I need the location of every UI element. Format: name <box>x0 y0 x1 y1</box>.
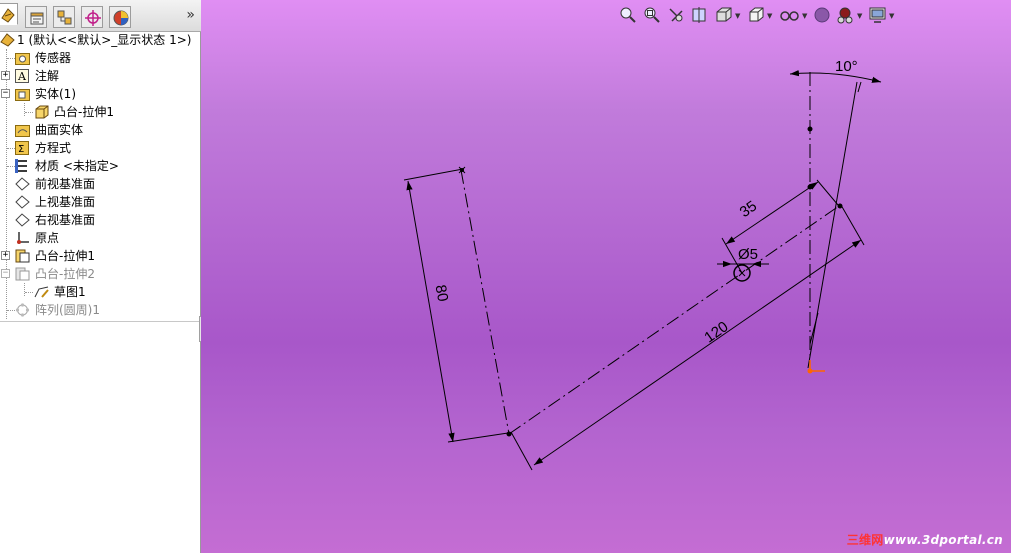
dimxpert-icon <box>85 10 101 26</box>
plane-icon <box>15 213 30 227</box>
equations-icon: Σ <box>15 141 29 155</box>
feature-tree: 1 (默认<<默认>_显示状态 1>) 传感器 + A 注解 − 实体(1) 凸… <box>0 31 201 321</box>
tree-item-label: 上视基准面 <box>35 195 96 209</box>
dimension-120-label[interactable]: 120 <box>701 318 731 346</box>
configuration-manager-icon <box>57 10 72 25</box>
surface-bodies-folder-icon <box>15 125 30 137</box>
annotation-icon: A <box>15 69 29 83</box>
centerline-left-arm[interactable] <box>460 169 510 435</box>
tab-dimxpert[interactable] <box>81 6 103 28</box>
solid-bodies-folder-icon <box>15 89 30 101</box>
expand-toggle-extrude1[interactable]: + <box>1 251 10 260</box>
tree-connector <box>7 166 15 167</box>
dimension-angle-label[interactable]: 10° <box>835 58 858 75</box>
sketch-point[interactable] <box>807 126 813 132</box>
panel-expand-button[interactable]: » <box>186 8 195 22</box>
extension-line <box>857 81 862 93</box>
svg-text:Σ: Σ <box>18 144 24 155</box>
extrude-icon <box>15 267 30 281</box>
tree-item-label: 原点 <box>35 231 60 245</box>
tree-item-label: 材质 <未指定> <box>35 159 119 173</box>
tree-item-label: 凸台-拉伸1 <box>54 105 114 119</box>
tree-item-label: 凸台-拉伸1 <box>35 249 95 263</box>
circular-pattern-icon <box>15 303 30 317</box>
feature-manager-icon <box>1 8 15 23</box>
tree-connector <box>7 148 15 149</box>
tree-item-label: 传感器 <box>35 51 72 65</box>
display-manager-icon <box>113 10 129 26</box>
sketch-point[interactable] <box>807 184 813 190</box>
sensor-folder-icon <box>15 53 30 65</box>
tree-item-label: 前视基准面 <box>35 177 96 191</box>
solid-body-icon <box>35 105 49 119</box>
tree-item-label: 阵列(圆周)1 <box>35 303 100 317</box>
tree-item-label: 实体(1) <box>35 87 76 101</box>
tree-connector <box>7 310 15 311</box>
tree-root-label: 1 (默认<<默认>_显示状态 1>) <box>17 33 192 47</box>
plane-icon <box>15 177 30 191</box>
circle-center-marker <box>738 269 746 277</box>
sketch-line-segment[interactable] <box>809 312 819 345</box>
sketch-icon <box>34 286 49 298</box>
tree-connector <box>25 292 33 293</box>
extension-line <box>840 204 865 246</box>
extension-line <box>403 168 464 181</box>
tree-connector <box>24 103 25 116</box>
tree-item-label: 方程式 <box>35 141 72 155</box>
dimension-35-label[interactable]: 35 <box>737 198 760 221</box>
tree-item-label: 注解 <box>35 69 60 83</box>
tab-property-manager[interactable] <box>25 6 47 28</box>
sketch-origin-point[interactable] <box>807 368 813 374</box>
graphics-viewport[interactable]: ▼ ▼ ▼ ▼ ▼ 80 120 35 Ø5 10° 三维网www.3dport… <box>201 0 1011 553</box>
expand-toggle-annotations[interactable]: + <box>1 71 10 80</box>
tree-item-label: 凸台-拉伸2 <box>35 267 95 281</box>
expand-toggle-extrude2[interactable]: − <box>1 269 10 278</box>
dimension-line-80[interactable] <box>406 180 455 443</box>
watermark-cn: 三维网 <box>846 533 884 547</box>
extension-line <box>447 432 509 443</box>
sketch-origin[interactable] <box>809 360 825 372</box>
centerline-long-arm[interactable] <box>508 205 840 435</box>
sketch-drawing: 80 120 35 Ø5 10° <box>403 58 882 471</box>
tab-feature-manager[interactable] <box>0 3 18 25</box>
dimension-line-120[interactable] <box>533 239 862 466</box>
expand-toggle-solid-bodies[interactable]: − <box>1 89 10 98</box>
material-icon <box>15 159 27 173</box>
dimension-diameter-label[interactable]: Ø5 <box>738 246 758 263</box>
tree-connector <box>24 283 25 296</box>
extrude-icon <box>15 249 30 263</box>
tree-connector <box>7 58 15 59</box>
panel-divider <box>0 321 201 322</box>
tree-root-part[interactable]: 1 (默认<<默认>_显示状态 1>) <box>0 31 200 49</box>
dimension-80-label[interactable]: 80 <box>432 284 452 303</box>
tab-display-manager[interactable] <box>109 6 131 28</box>
watermark-url: www.3dportal.cn <box>883 533 1003 547</box>
tree-connector <box>25 112 33 113</box>
property-manager-icon <box>30 12 44 25</box>
svg-text:A: A <box>17 70 27 83</box>
watermark: 三维网www.3dportal.cn <box>847 531 1003 548</box>
origin-icon <box>17 232 29 244</box>
tree-item-label: 曲面实体 <box>35 123 84 137</box>
part-icon <box>0 33 15 47</box>
panel-tab-bar: » <box>0 0 201 32</box>
tree-item-label: 右视基准面 <box>35 213 96 227</box>
tab-configuration-manager[interactable] <box>53 6 75 28</box>
feature-manager-panel: » 1 (默认<<默认>_显示状态 1>) 传感器 + A 注解 − 实体(1)… <box>0 0 201 553</box>
tree-item-label: 草图1 <box>54 285 86 299</box>
extension-line <box>816 179 839 206</box>
extension-line <box>510 431 533 471</box>
plane-icon <box>15 195 30 209</box>
